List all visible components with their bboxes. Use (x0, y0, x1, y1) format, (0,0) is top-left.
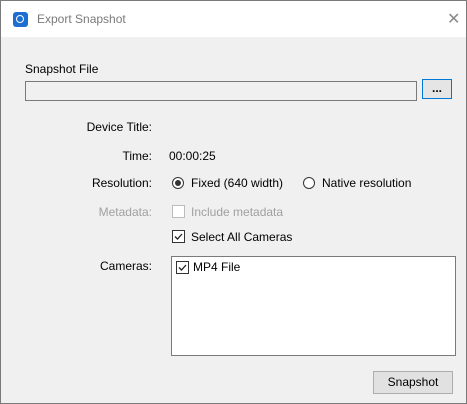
resolution-native-radio[interactable] (303, 177, 315, 189)
camera-mp4-checkbox[interactable] (176, 261, 189, 274)
snapshot-file-input[interactable] (25, 81, 417, 101)
select-all-cameras-label[interactable]: Select All Cameras (191, 230, 292, 244)
time-value: 00:00:25 (169, 149, 216, 163)
resolution-fixed-radio[interactable] (172, 177, 184, 189)
camera-mp4-label[interactable]: MP4 File (193, 260, 240, 274)
browse-button[interactable]: ... (422, 79, 452, 99)
cameras-label: Cameras: (99, 259, 152, 273)
snapshot-button[interactable]: Snapshot (373, 371, 453, 394)
checkmark-icon (178, 264, 187, 271)
resolution-fixed-label[interactable]: Fixed (640 width) (191, 176, 283, 190)
resolution-native-label[interactable]: Native resolution (322, 176, 411, 190)
time-label: Time: (122, 149, 152, 163)
title-bar: Export Snapshot ✕ (1, 1, 466, 37)
resolution-label: Resolution: (91, 176, 152, 190)
device-title-label: Device Title: (86, 120, 152, 134)
include-metadata-checkbox (172, 205, 185, 218)
metadata-label: Metadata: (98, 205, 152, 219)
close-icon[interactable]: ✕ (447, 9, 460, 28)
app-logo-icon (13, 12, 28, 27)
checkmark-icon (174, 233, 183, 240)
cameras-list[interactable]: MP4 File (171, 256, 456, 356)
select-all-cameras-checkbox[interactable] (172, 230, 185, 243)
window-title: Export Snapshot (37, 12, 126, 26)
export-snapshot-dialog: Export Snapshot ✕ Snapshot File ... Devi… (0, 0, 467, 404)
include-metadata-label: Include metadata (191, 205, 284, 219)
snapshot-file-label: Snapshot File (25, 62, 99, 76)
